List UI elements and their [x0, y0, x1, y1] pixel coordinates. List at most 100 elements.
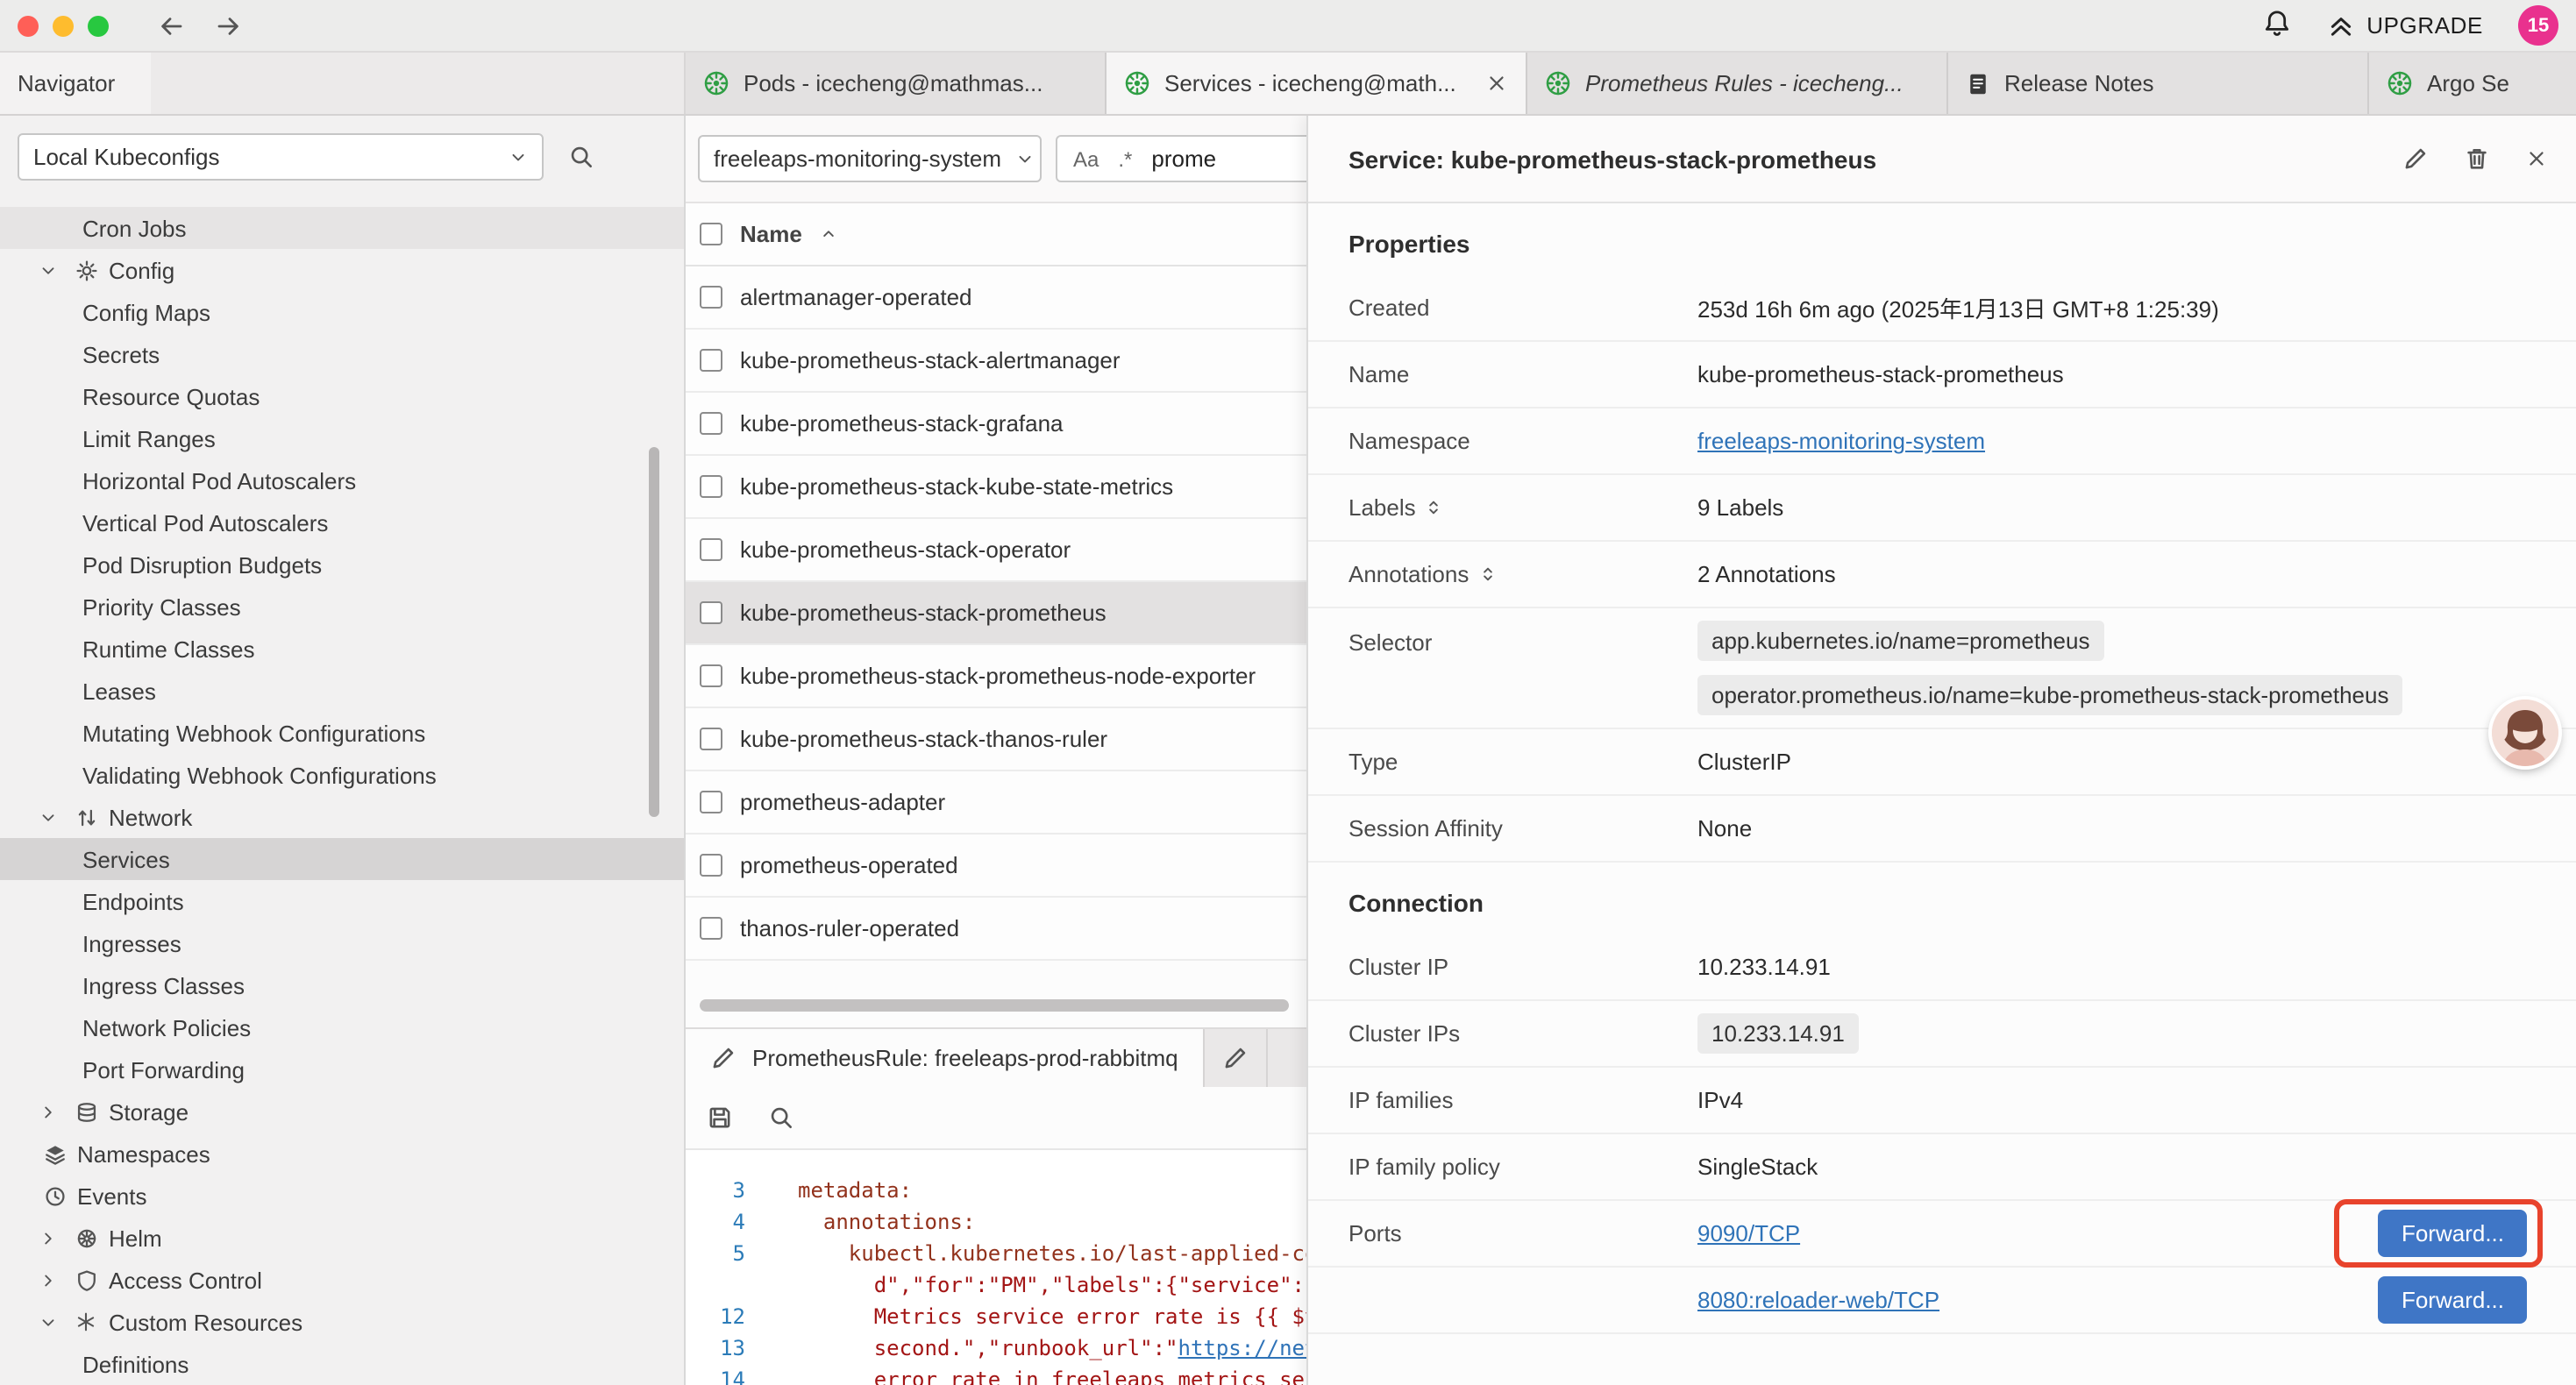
- sidebar-item-label: Endpoints: [82, 888, 184, 914]
- avatar[interactable]: [2492, 700, 2558, 766]
- editor-tab-prometheusrule-freeleaps-prod-rabbitmq[interactable]: PrometheusRule: freeleaps-prod-rabbitmq: [686, 1029, 1205, 1087]
- unfold-icon[interactable]: [1477, 565, 1497, 584]
- tab-services-icecheng-math[interactable]: Services - icecheng@math...: [1107, 53, 1527, 114]
- forward-button[interactable]: Forward...: [2379, 1210, 2527, 1257]
- tab-close-icon[interactable]: [1485, 72, 1508, 95]
- sidebar-item-custom-resources[interactable]: Custom Resources: [0, 1301, 684, 1343]
- tab-release-notes[interactable]: Release Notes: [1948, 53, 2369, 114]
- service-name: kube-prometheus-stack-prometheus-node-ex…: [740, 663, 1256, 689]
- sidebar-item-resource-quotas[interactable]: Resource Quotas: [0, 375, 684, 417]
- tab-label: Services - icecheng@math...: [1164, 70, 1471, 96]
- sidebar-item-vertical-pod-autoscalers[interactable]: Vertical Pod Autoscalers: [0, 501, 684, 543]
- row-checkbox[interactable]: [700, 664, 722, 687]
- property-label: Cluster IPs: [1348, 1020, 1697, 1047]
- port-link[interactable]: 8080:reloader-web/TCP: [1697, 1287, 1939, 1313]
- editor-search-button[interactable]: [765, 1101, 798, 1134]
- sidebar: Local Kubeconfigs Cron JobsConfigConfig …: [0, 116, 686, 1385]
- close-window-button[interactable]: [18, 15, 39, 36]
- namespace-link[interactable]: freeleaps-monitoring-system: [1697, 428, 1985, 454]
- unfold-icon[interactable]: [1425, 498, 1444, 517]
- sidebar-item-network-policies[interactable]: Network Policies: [0, 1006, 684, 1048]
- sidebar-item-network[interactable]: Network: [0, 796, 684, 838]
- code-text: Metrics service error rate is {{ $va: [745, 1301, 1330, 1332]
- close-panel-button[interactable]: [2522, 144, 2551, 174]
- code-text: metadata:: [745, 1175, 912, 1206]
- save-button[interactable]: [703, 1101, 737, 1134]
- tab-pods-icecheng-mathmas[interactable]: Pods - icecheng@mathmas...: [686, 53, 1107, 114]
- regex-toggle[interactable]: .*: [1118, 146, 1132, 171]
- forward-button[interactable]: Forward...: [2379, 1276, 2527, 1324]
- sidebar-item-ingresses[interactable]: Ingresses: [0, 922, 684, 964]
- sidebar-item-horizontal-pod-autoscalers[interactable]: Horizontal Pod Autoscalers: [0, 459, 684, 501]
- trash-icon: [2464, 146, 2490, 172]
- row-checkbox[interactable]: [700, 349, 722, 372]
- maximize-window-button[interactable]: [88, 15, 109, 36]
- row-checkbox[interactable]: [700, 728, 722, 750]
- tab-argo-se[interactable]: Argo Se: [2369, 53, 2576, 114]
- row-checkbox[interactable]: [700, 601, 722, 624]
- forward-button[interactable]: [210, 8, 246, 43]
- tab-label: Prometheus Rules - icecheng...: [1585, 70, 1929, 96]
- sidebar-item-events[interactable]: Events: [0, 1175, 684, 1217]
- row-checkbox[interactable]: [700, 854, 722, 877]
- service-name: kube-prometheus-stack-thanos-ruler: [740, 726, 1107, 752]
- sidebar-item-pod-disruption-budgets[interactable]: Pod Disruption Budgets: [0, 543, 684, 586]
- namespace-select[interactable]: freeleaps-monitoring-system: [698, 135, 1042, 182]
- titlebar-right: UPGRADE 15: [2261, 5, 2558, 46]
- row-checkbox[interactable]: [700, 412, 722, 435]
- sidebar-item-config-maps[interactable]: Config Maps: [0, 291, 684, 333]
- sidebar-item-priority-classes[interactable]: Priority Classes: [0, 586, 684, 628]
- sidebar-item-runtime-classes[interactable]: Runtime Classes: [0, 628, 684, 670]
- editor-tab-stub[interactable]: [1205, 1029, 1268, 1087]
- edit-button[interactable]: [2399, 142, 2432, 175]
- sort-asc-icon[interactable]: [820, 224, 839, 244]
- sidebar-item-label: Leases: [82, 678, 156, 704]
- notification-count-badge[interactable]: 15: [2518, 5, 2558, 46]
- sidebar-item-leases[interactable]: Leases: [0, 670, 684, 712]
- name-column-header[interactable]: Name: [740, 221, 802, 247]
- row-checkbox[interactable]: [700, 917, 722, 940]
- network-icon: [70, 806, 102, 828]
- row-checkbox[interactable]: [700, 286, 722, 309]
- back-button[interactable]: [154, 8, 189, 43]
- tab-prometheus-rules-icecheng[interactable]: Prometheus Rules - icecheng...: [1527, 53, 1948, 114]
- chevron-down-icon: [32, 1312, 63, 1332]
- minimize-window-button[interactable]: [53, 15, 74, 36]
- service-name: prometheus-operated: [740, 852, 958, 878]
- property-row-type: TypeClusterIP: [1308, 729, 2576, 796]
- delete-button[interactable]: [2460, 142, 2494, 175]
- sidebar-item-label: Custom Resources: [109, 1309, 302, 1335]
- sidebar-scrollbar[interactable]: [649, 447, 659, 817]
- property-label: Name: [1348, 361, 1697, 387]
- upgrade-button[interactable]: UPGRADE: [2326, 11, 2483, 39]
- connection-heading: Connection: [1308, 863, 2576, 934]
- row-checkbox[interactable]: [700, 791, 722, 813]
- match-case-toggle[interactable]: Aa: [1073, 146, 1099, 171]
- property-row-selector: Selectorapp.kubernetes.io/name=prometheu…: [1308, 608, 2576, 729]
- sidebar-item-label: Helm: [109, 1225, 162, 1251]
- sidebar-item-secrets[interactable]: Secrets: [0, 333, 684, 375]
- sidebar-item-storage[interactable]: Storage: [0, 1090, 684, 1133]
- property-value: None: [1697, 815, 2576, 842]
- notifications-button[interactable]: [2261, 8, 2291, 43]
- port-link[interactable]: 9090/TCP: [1697, 1220, 1800, 1246]
- sidebar-item-definitions[interactable]: Definitions: [0, 1343, 684, 1385]
- sidebar-item-helm[interactable]: Helm: [0, 1217, 684, 1259]
- kubeconfig-select[interactable]: Local Kubeconfigs: [18, 132, 544, 180]
- select-all-checkbox[interactable]: [700, 223, 722, 245]
- sidebar-item-namespaces[interactable]: Namespaces: [0, 1133, 684, 1175]
- sidebar-item-port-forwarding[interactable]: Port Forwarding: [0, 1048, 684, 1090]
- sidebar-item-services[interactable]: Services: [0, 838, 684, 880]
- row-checkbox[interactable]: [700, 538, 722, 561]
- horizontal-scrollbar[interactable]: [700, 999, 1289, 1012]
- sidebar-item-mutating-webhook-configurations[interactable]: Mutating Webhook Configurations: [0, 712, 684, 754]
- sidebar-item-access-control[interactable]: Access Control: [0, 1259, 684, 1301]
- sidebar-item-endpoints[interactable]: Endpoints: [0, 880, 684, 922]
- sidebar-item-ingress-classes[interactable]: Ingress Classes: [0, 964, 684, 1006]
- sidebar-search-button[interactable]: [565, 139, 598, 173]
- sidebar-item-cron-jobs[interactable]: Cron Jobs: [0, 207, 684, 249]
- sidebar-item-limit-ranges[interactable]: Limit Ranges: [0, 417, 684, 459]
- sidebar-item-validating-webhook-configurations[interactable]: Validating Webhook Configurations: [0, 754, 684, 796]
- row-checkbox[interactable]: [700, 475, 722, 498]
- sidebar-item-config[interactable]: Config: [0, 249, 684, 291]
